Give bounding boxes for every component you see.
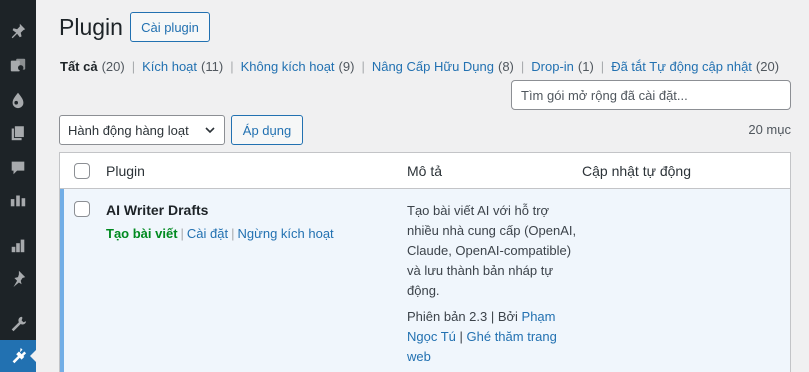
media-icon[interactable] <box>8 56 28 76</box>
pages-icon[interactable] <box>8 123 28 143</box>
row-actions: Tạo bài viết | Cài đặt | Ngừng kích hoạt <box>106 226 334 241</box>
filter-label: Nâng Cấp Hữu Dụng <box>371 59 494 74</box>
filter-3[interactable]: Nâng Cấp Hữu Dụng (8) <box>372 59 514 74</box>
active-menu-arrow <box>30 349 37 363</box>
filter-label: Không kích hoạt <box>240 59 335 74</box>
filter-count: (9) <box>338 59 355 74</box>
deactivate-link[interactable]: Ngừng kích hoạt <box>238 226 334 241</box>
filter-count: (1) <box>577 59 594 74</box>
filter-count: (20) <box>101 59 125 74</box>
filter-separator: | <box>131 59 136 74</box>
action-separator: | <box>180 226 184 241</box>
filter-separator: | <box>361 59 365 74</box>
page-title: Plugin <box>59 14 123 40</box>
row-checkbox[interactable] <box>74 201 90 217</box>
plugin-meta: Phiên bản 2.3 | Bởi Phạm Ngọc Tú | Ghé t… <box>407 307 577 367</box>
pushpin-icon[interactable] <box>8 268 28 288</box>
filter-1[interactable]: Kích hoạt (11) <box>142 59 223 74</box>
filter-separator: | <box>520 59 525 74</box>
version-text: Phiên bản 2.3 | Bởi <box>407 309 522 324</box>
plugin-search-input[interactable] <box>511 80 791 110</box>
item-count: 20 mục <box>748 122 791 137</box>
chevron-down-icon <box>204 124 216 136</box>
filter-separator: | <box>230 59 234 74</box>
filter-count: (20) <box>755 59 780 74</box>
chart-icon[interactable] <box>8 235 28 255</box>
column-description: Mô tả <box>407 163 443 179</box>
table-header: Plugin Mô tả Cập nhật tự động <box>60 153 790 189</box>
table-row: AI Writer Drafts Tạo bài viết | Cài đặt | Ng… <box>60 189 790 372</box>
bulk-action-value: Hành động hàng loạt <box>68 122 189 138</box>
filter-separator: | <box>600 59 605 74</box>
plugin-name: AI Writer Drafts <box>106 202 209 218</box>
plugins-table: Plugin Mô tả Cập nhật tự động AI Writer … <box>59 152 791 372</box>
settings-link[interactable]: Cài đặt <box>187 226 228 241</box>
filter-label: Tất cả <box>60 59 98 74</box>
filter-0[interactable]: Tất cả (20) <box>60 59 125 74</box>
pin-icon[interactable] <box>8 21 28 41</box>
drop-icon[interactable] <box>8 90 28 110</box>
plugin-status-filters: Tất cả (20) | Kích hoạt (11) | Không kích hoạt… <box>60 59 779 74</box>
apply-button[interactable]: Áp dụng <box>231 115 303 145</box>
comments-icon[interactable] <box>8 157 28 177</box>
filter-label: Kích hoạt <box>142 59 198 74</box>
meta-separator: | <box>455 329 467 344</box>
admin-sidebar <box>0 0 37 372</box>
sync-icon[interactable] <box>8 190 28 210</box>
filter-count: (11) <box>201 59 224 74</box>
plugin-description: Tạo bài viết AI với hỗ trợ nhiều nhà cun… <box>407 203 577 298</box>
filter-4[interactable]: Drop-in (1) <box>531 59 594 74</box>
select-all-checkbox[interactable] <box>74 163 90 179</box>
column-plugin: Plugin <box>106 163 145 179</box>
add-plugin-button[interactable]: Cài plugin <box>130 12 210 42</box>
filter-5[interactable]: Đã tắt Tự động cập nhật (20) <box>611 59 779 74</box>
filter-count: (8) <box>498 59 514 74</box>
column-auto-updates: Cập nhật tự động <box>582 163 692 179</box>
tools-icon[interactable] <box>8 314 28 334</box>
filter-label: Drop-in <box>531 59 574 74</box>
filter-label: Đã tắt Tự động cập nhật <box>611 59 752 74</box>
filter-2[interactable]: Không kích hoạt (9) <box>241 59 355 74</box>
action-separator: | <box>231 226 235 241</box>
create-post-link[interactable]: Tạo bài viết <box>106 226 178 241</box>
bulk-action-select[interactable]: Hành động hàng loạt <box>59 115 225 145</box>
